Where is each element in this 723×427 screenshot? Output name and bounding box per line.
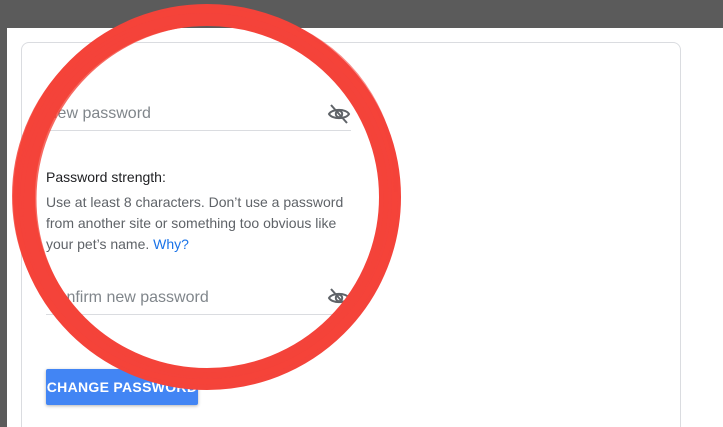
password-strength-title: Password strength:	[46, 169, 166, 185]
password-strength-hint-text: Use at least 8 characters. Don’t use a p…	[46, 194, 344, 252]
new-password-input[interactable]	[46, 102, 316, 126]
password-strength-section: Password strength: Use at least 8 charac…	[46, 167, 346, 255]
confirm-password-field	[46, 274, 351, 315]
password-strength-hint: Use at least 8 characters. Don’t use a p…	[46, 192, 346, 255]
new-password-field	[46, 90, 351, 131]
change-password-button[interactable]: CHANGE PASSWORD	[46, 369, 198, 405]
eye-off-icon[interactable]	[327, 286, 351, 310]
confirm-password-input[interactable]	[46, 286, 316, 310]
eye-off-icon[interactable]	[327, 102, 351, 126]
why-link[interactable]: Why?	[153, 236, 189, 252]
page-surface: Password strength: Use at least 8 charac…	[7, 28, 723, 427]
